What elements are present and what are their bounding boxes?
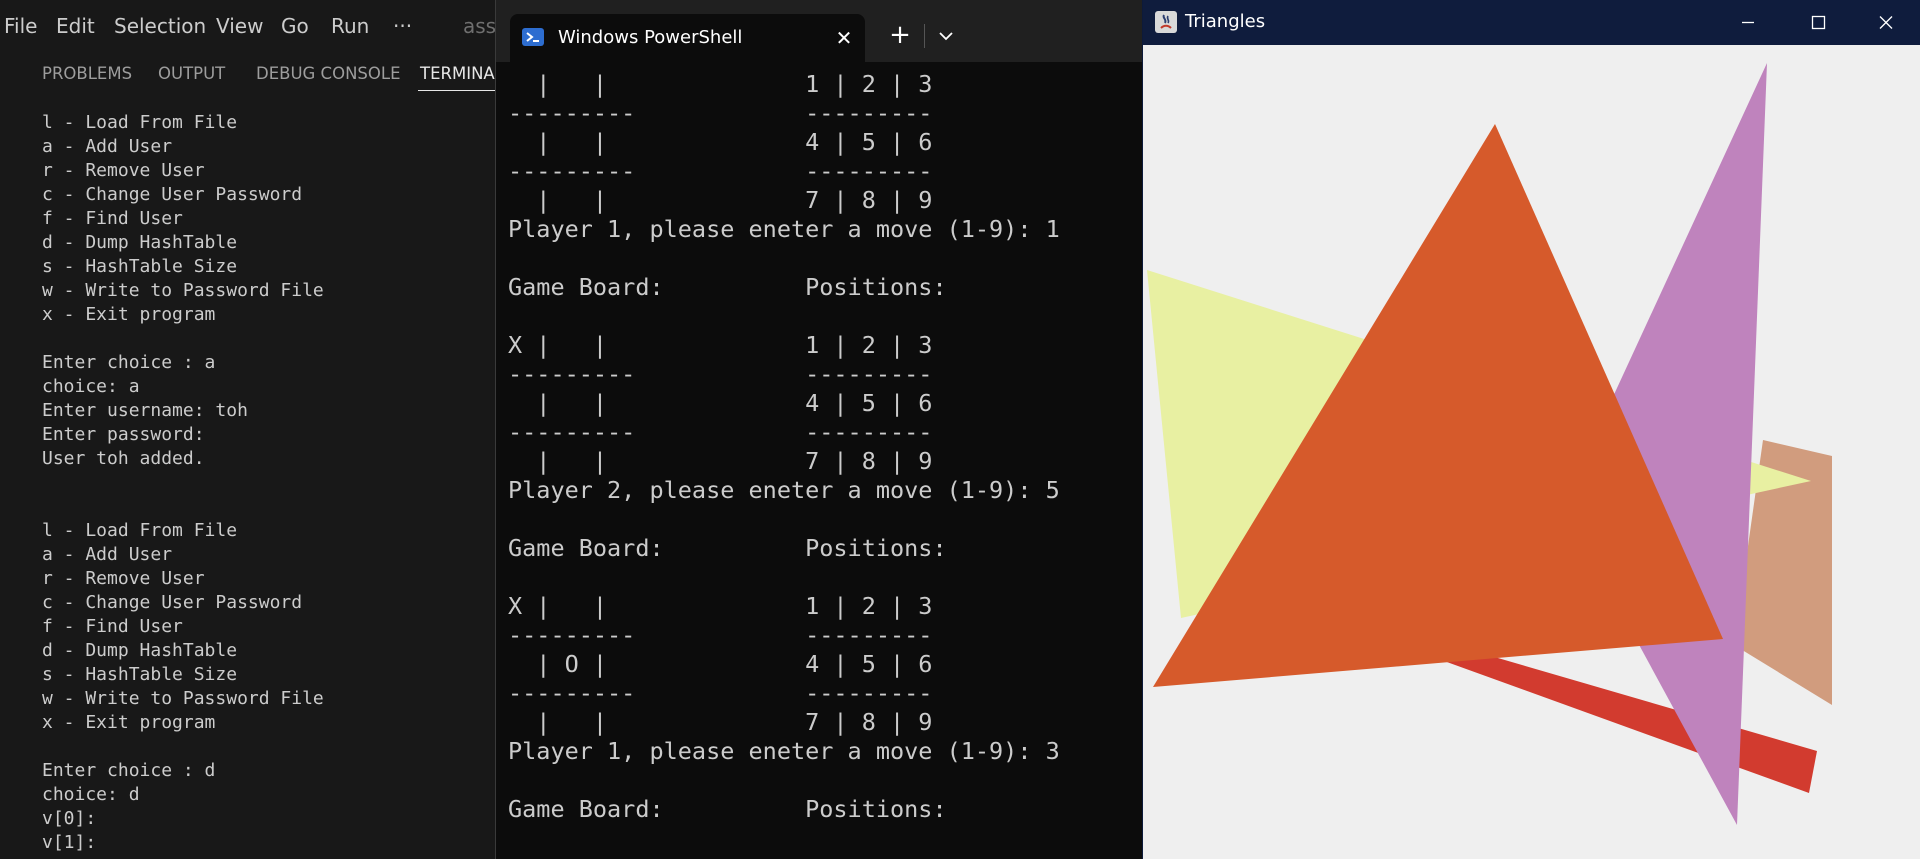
titlebar-divider [924,24,925,48]
menu-go[interactable]: Go [281,14,309,38]
triangles-titlebar: Triangles [1143,0,1920,45]
menu-file[interactable]: File [4,14,37,38]
active-tab-indicator [418,90,500,91]
menu-bar: File Edit Selection View Go Run ··· ass [0,0,500,52]
window-title: Triangles [1185,11,1266,32]
java-app-icon [1155,11,1177,33]
new-tab-icon[interactable]: + [886,22,914,50]
maximize-icon[interactable] [1783,0,1853,45]
menu-more[interactable]: ··· [393,14,412,38]
menu-edit[interactable]: Edit [56,14,95,38]
close-tab-icon[interactable]: ✕ [832,26,856,50]
minimize-icon[interactable] [1713,0,1783,45]
menu-selection[interactable]: Selection [114,14,206,38]
vscode-window: File Edit Selection View Go Run ··· ass … [0,0,504,859]
powershell-tab-title: Windows PowerShell [558,27,743,48]
powershell-titlebar: Windows PowerShell ✕ + [496,0,1143,62]
tab-output[interactable]: OUTPUT [158,64,225,83]
powershell-console-output[interactable]: | | 1 | 2 | 3 --------- --------- | | 4 … [508,70,1060,824]
tab-problems[interactable]: PROBLEMS [42,64,132,83]
triangles-canvas[interactable] [1143,45,1920,859]
tab-debug-console[interactable]: DEBUG CONSOLE [256,64,401,83]
powershell-window: Windows PowerShell ✕ + | | 1 | 2 | 3 ---… [495,0,1143,859]
terminal-output[interactable]: l - Load From File a - Add User r - Remo… [42,111,324,855]
triangles-window: Triangles [1142,0,1920,859]
menu-run[interactable]: Run [331,14,369,38]
menu-view[interactable]: View [216,14,263,38]
powershell-icon [522,28,544,46]
powershell-tab[interactable]: Windows PowerShell ✕ [510,14,865,62]
tab-terminal[interactable]: TERMINAL [420,64,504,83]
window-title-fragment: ass [463,14,497,38]
close-icon[interactable] [1851,0,1920,45]
chevron-down-icon[interactable] [932,22,960,50]
